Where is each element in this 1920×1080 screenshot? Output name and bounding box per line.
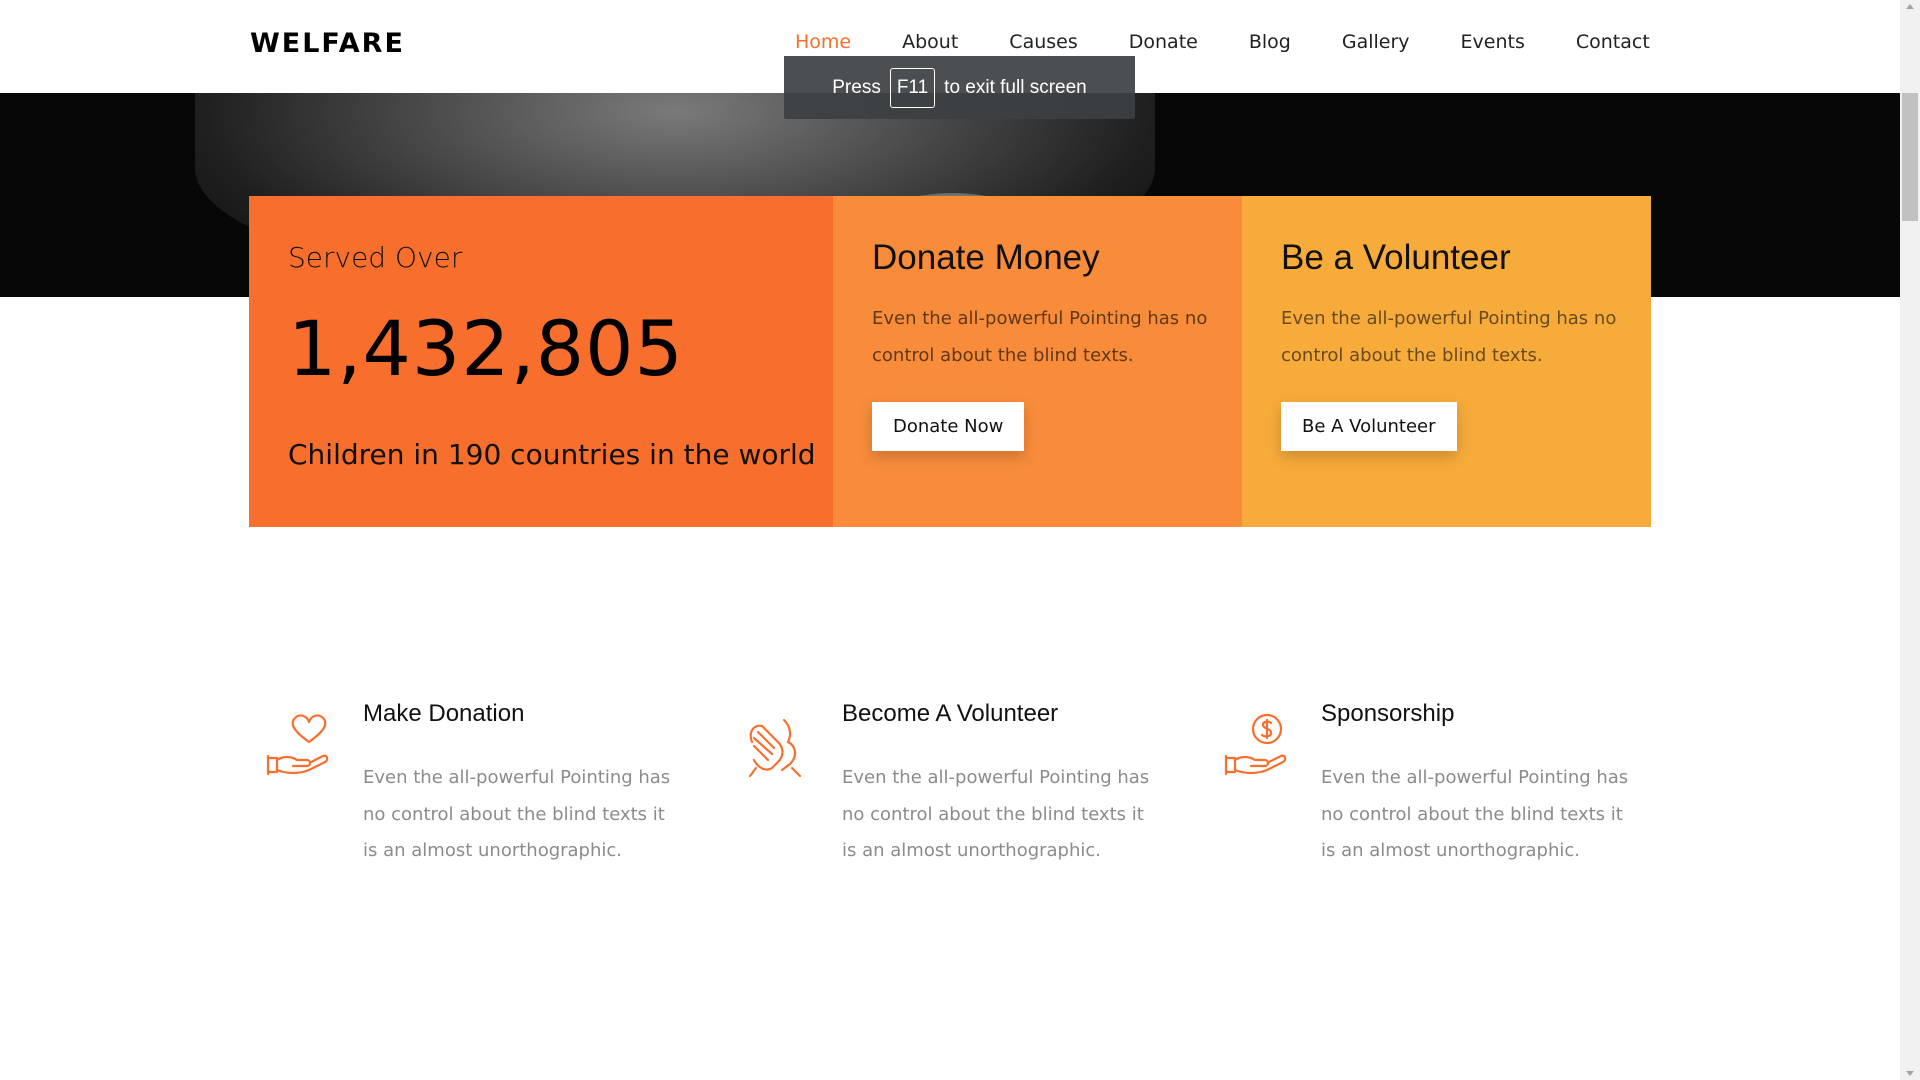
nav-home[interactable]: Home — [795, 31, 851, 53]
page-scrollbar[interactable] — [1900, 0, 1920, 1080]
nav-causes[interactable]: Causes — [1009, 31, 1077, 53]
nav-blog[interactable]: Blog — [1249, 31, 1291, 53]
feature-text: Even the all-powerful Pointing has no co… — [842, 767, 1150, 861]
feature-title: Become A Volunteer — [842, 700, 1059, 727]
nav-donate[interactable]: Donate — [1129, 31, 1198, 53]
scroll-down-arrow-icon[interactable] — [1906, 1071, 1914, 1076]
nav-contact[interactable]: Contact — [1576, 31, 1650, 53]
volunteer-card-text: Even the all-powerful Pointing has no co… — [1281, 308, 1617, 366]
helping-hands-icon — [748, 718, 802, 778]
feature-title: Make Donation — [363, 700, 525, 727]
scroll-thumb[interactable] — [1902, 93, 1918, 221]
scroll-up-arrow-icon[interactable] — [1906, 4, 1914, 9]
served-label: Served Over — [288, 241, 463, 274]
served-card: Served Over 1,432,805 Children in 190 co… — [249, 196, 833, 527]
fullscreen-notice-before: Press — [832, 76, 881, 98]
hand-heart-icon — [266, 714, 329, 776]
fullscreen-notice-after: to exit full screen — [944, 76, 1087, 98]
volunteer-card: Be a Volunteer Even the all-powerful Poi… — [1242, 196, 1651, 527]
nav-gallery[interactable]: Gallery — [1342, 31, 1410, 53]
fullscreen-key: F11 — [889, 67, 936, 108]
fullscreen-notice: Press F11 to exit full screen — [784, 56, 1135, 119]
served-count: 1,432,805 — [288, 304, 684, 393]
served-subtitle: Children in 190 countries in the world — [288, 438, 816, 471]
feature-text: Even the all-powerful Pointing has no co… — [363, 767, 671, 861]
features-section: Make Donation Even the all-powerful Poin… — [265, 700, 1665, 880]
brand-logo[interactable]: WELFARE — [250, 28, 405, 59]
nav-events[interactable]: Events — [1461, 31, 1525, 53]
nav-about[interactable]: About — [902, 31, 958, 53]
donate-card-text: Even the all-powerful Pointing has no co… — [872, 308, 1208, 366]
hand-coin-icon — [1224, 713, 1287, 776]
stats-section: Served Over 1,432,805 Children in 190 co… — [249, 196, 1651, 527]
volunteer-card-title: Be a Volunteer — [1281, 238, 1511, 277]
donate-card-title: Donate Money — [872, 238, 1100, 277]
feature-title: Sponsorship — [1321, 700, 1455, 727]
donate-card: Donate Money Even the all-powerful Point… — [833, 196, 1242, 527]
main-nav: Home About Causes Donate Blog Gallery Ev… — [795, 31, 1701, 53]
donate-now-button[interactable]: Donate Now — [872, 402, 1025, 451]
feature-text: Even the all-powerful Pointing has no co… — [1321, 767, 1629, 861]
be-a-volunteer-button[interactable]: Be A Volunteer — [1281, 402, 1457, 451]
